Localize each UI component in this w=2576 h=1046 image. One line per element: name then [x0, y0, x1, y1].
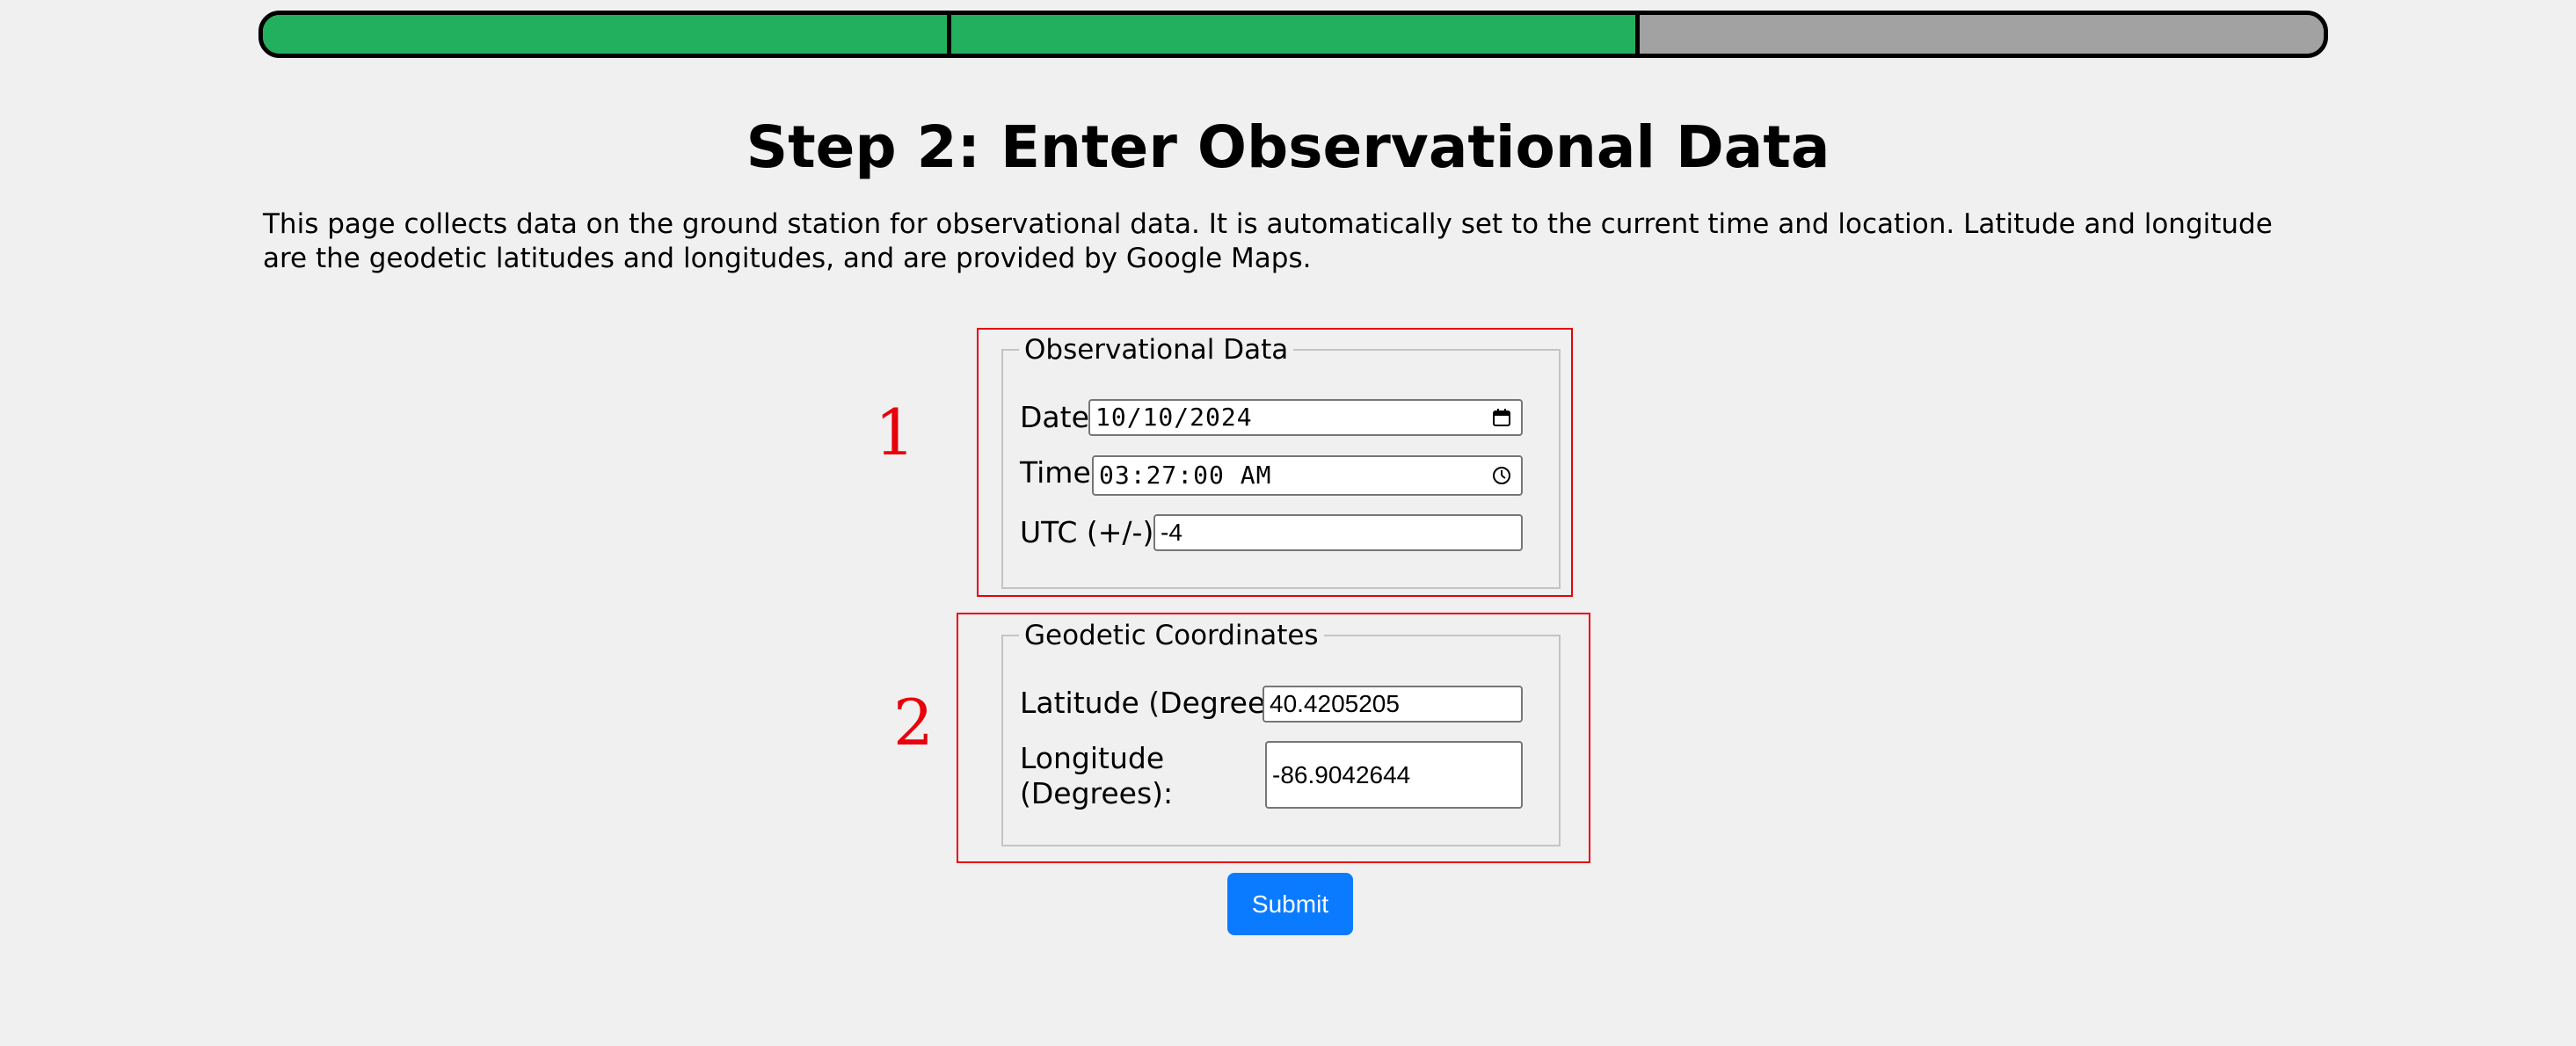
calendar-icon[interactable]	[1491, 407, 1512, 428]
latitude-label: Latitude (Degrees):	[1020, 686, 1302, 720]
latitude-value: 40.4205205	[1270, 690, 1400, 717]
progress-segment-3	[1640, 15, 2324, 54]
clock-icon[interactable]	[1491, 465, 1512, 486]
date-label: Date:	[1020, 400, 1099, 434]
geodetic-coordinates-legend: Geodetic Coordinates	[1024, 620, 1319, 651]
progress-segment-2	[951, 15, 1640, 54]
utc-label: UTC (+/-):	[1020, 515, 1164, 549]
time-input[interactable]: 03:27:00 AM	[1092, 455, 1523, 496]
time-value: 03:27:00 AM	[1099, 461, 1272, 490]
intro-text: This page collects data on the ground st…	[263, 208, 2273, 274]
date-input[interactable]: 10/10/2024	[1088, 399, 1523, 436]
page: Step 2: Enter Observational Data This pa…	[0, 0, 2576, 1046]
annotation-number-1: 1	[875, 396, 915, 469]
observational-data-legend: Observational Data	[1024, 334, 1289, 366]
submit-button[interactable]: Submit	[1227, 873, 1353, 935]
annotation-number-2: 2	[893, 686, 934, 759]
utc-value: -4	[1161, 519, 1182, 546]
time-label: Time:	[1020, 455, 1101, 490]
date-value: 10/10/2024	[1095, 403, 1253, 432]
longitude-input[interactable]: -86.9042644	[1265, 741, 1523, 809]
latitude-input[interactable]: 40.4205205	[1263, 686, 1523, 723]
longitude-label-line2: (Degrees):	[1020, 776, 1174, 810]
progress-segment-1	[263, 15, 951, 54]
utc-input[interactable]: -4	[1153, 514, 1523, 551]
progress-bar	[258, 11, 2328, 58]
geodetic-coordinates-fieldset: Geodetic Coordinates	[1001, 620, 1561, 846]
longitude-label-line1: Longitude	[1020, 741, 1165, 775]
longitude-value: -86.9042644	[1272, 760, 1411, 788]
page-title: Step 2: Enter Observational Data	[746, 113, 1830, 181]
